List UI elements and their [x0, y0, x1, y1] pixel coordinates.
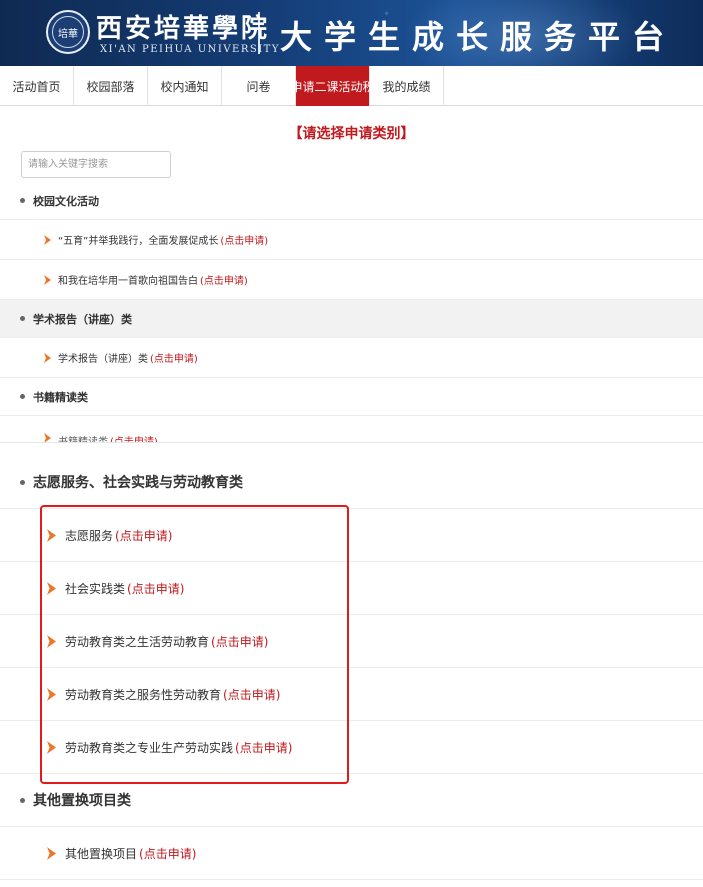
- category-header-book-reading: 书籍精读类: [0, 378, 703, 416]
- item-label: 劳动教育类之生活劳动教育: [65, 634, 210, 649]
- category-title: 书籍精读类: [33, 390, 88, 404]
- section-separator: [0, 442, 703, 443]
- university-name-cn: 西安培華學院: [96, 14, 271, 44]
- bullet-dot-icon: [20, 198, 25, 203]
- apply-link[interactable]: (点击申请): [139, 845, 196, 862]
- item-label: 和我在培华用一首歌向祖国告白: [58, 276, 198, 287]
- item-label: 志愿服务: [65, 528, 114, 543]
- header-banner: 培華 西安培華學院 XI'AN PEIHUA UNIVERSITY 大学生成长服…: [0, 0, 703, 66]
- category-title: 学术报告（讲座）类: [33, 312, 132, 326]
- category-header-other-replacement: 其他置换项目类: [0, 774, 703, 827]
- apply-link[interactable]: (点击申请): [115, 527, 172, 544]
- chevron-right-icon: [44, 274, 51, 285]
- main-nav: 活动首页 校园部落 校内通知 问卷 申请二课活动积 我的成绩: [0, 66, 703, 106]
- bullet-dot-icon: [20, 797, 25, 803]
- page-title: 【请选择申请类别】: [288, 126, 415, 142]
- platform-title: 大学生成长服务平台: [280, 18, 677, 56]
- search-input[interactable]: [21, 151, 171, 178]
- list-item[interactable]: “五育”并举我践行，全面发展促成长 (点击申请): [0, 220, 703, 260]
- list-item[interactable]: 其他置换项目 (点击申请): [0, 827, 703, 880]
- chevron-right-icon: [47, 740, 56, 754]
- list-item[interactable]: 劳动教育类之生活劳动教育 (点击申请): [0, 615, 703, 668]
- bullet-dot-icon: [20, 316, 25, 321]
- category-header-volunteer-practice-labor: 志愿服务、社会实践与劳动教育类: [0, 456, 703, 509]
- item-label: “五育”并举我践行，全面发展促成长: [58, 236, 219, 247]
- nav-tab-apply-credits[interactable]: 申请二课活动积: [291, 66, 375, 106]
- chevron-right-icon: [47, 687, 56, 701]
- apply-link[interactable]: (点击申请): [211, 633, 268, 650]
- chevron-right-icon: [47, 634, 56, 648]
- item-label: 学术报告（讲座）类: [58, 354, 148, 365]
- nav-tab-my-scores[interactable]: 我的成绩: [370, 66, 444, 106]
- upper-panel: 【请选择申请类别】 校园文化活动 “五育”并举我践行，全面发展促成长 (点击申请…: [0, 107, 703, 443]
- seal-inner: 培華: [52, 16, 84, 48]
- item-label: 其他置换项目: [65, 846, 138, 861]
- list-item[interactable]: 劳动教育类之专业生产劳动实践 (点击申请): [0, 721, 703, 774]
- apply-link[interactable]: (点击申请): [223, 686, 280, 703]
- apply-link[interactable]: (点击申请): [220, 232, 268, 247]
- category-header-academic-lecture: 学术报告（讲座）类: [0, 300, 703, 338]
- chevron-right-icon: [47, 581, 56, 595]
- list-item[interactable]: 志愿服务 (点击申请): [0, 509, 703, 562]
- apply-link[interactable]: (点击申请): [200, 272, 248, 287]
- category-title: 校园文化活动: [33, 194, 99, 208]
- bullet-dot-icon: [20, 394, 25, 399]
- banner-divider: [258, 12, 260, 54]
- chevron-right-icon: [47, 528, 56, 542]
- category-header-campus-culture: 校园文化活动: [0, 182, 703, 220]
- apply-link[interactable]: (点击申请): [127, 580, 184, 597]
- nav-tab-campus-notice[interactable]: 校内通知: [148, 66, 222, 106]
- university-seal-logo: 培華: [46, 10, 90, 54]
- bullet-dot-icon: [20, 479, 25, 485]
- university-name-en: XI'AN PEIHUA UNIVERSITY: [100, 44, 280, 55]
- list-item[interactable]: 和我在培华用一首歌向祖国告白 (点击申请): [0, 260, 703, 300]
- chevron-right-icon: [44, 234, 51, 245]
- apply-link[interactable]: (点击申请): [235, 739, 292, 756]
- list-item[interactable]: 社会实践类 (点击申请): [0, 562, 703, 615]
- list-item[interactable]: 学术报告（讲座）类 (点击申请): [0, 338, 703, 378]
- apply-link[interactable]: (点击申请): [150, 350, 198, 365]
- category-title: 志愿服务、社会实践与劳动教育类: [33, 475, 243, 491]
- item-label: 劳动教育类之服务性劳动教育: [65, 687, 222, 702]
- nav-tab-campus-tribe[interactable]: 校园部落: [74, 66, 148, 106]
- nav-tab-activity-home[interactable]: 活动首页: [0, 66, 74, 106]
- item-label: 劳动教育类之专业生产劳动实践: [65, 740, 234, 755]
- nav-tab-survey[interactable]: 问卷: [222, 66, 296, 106]
- item-label: 社会实践类: [65, 581, 126, 596]
- chevron-right-icon: [47, 846, 56, 860]
- list-item[interactable]: 劳动教育类之服务性劳动教育 (点击申请): [0, 668, 703, 721]
- category-title: 其他置换项目类: [33, 793, 131, 809]
- chevron-right-icon: [44, 352, 51, 363]
